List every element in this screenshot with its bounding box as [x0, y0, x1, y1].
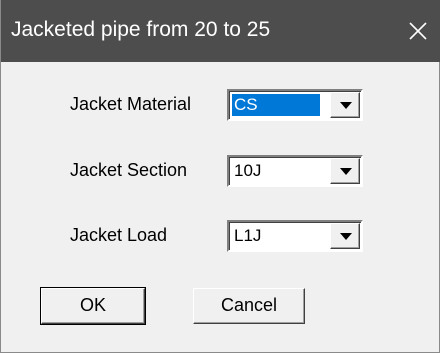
cancel-button[interactable]: Cancel — [193, 288, 305, 324]
jacket-load-value: L1J — [234, 226, 262, 245]
close-icon — [409, 22, 427, 40]
chevron-down-icon — [340, 233, 352, 240]
jacket-material-value: CS — [232, 94, 320, 116]
dialog-window: Jacketed pipe from 20 to 25 Jacket Mater… — [0, 0, 440, 353]
title-bar[interactable]: Jacketed pipe from 20 to 25 — [1, 0, 440, 62]
jacket-load-select[interactable]: L1J — [227, 220, 363, 252]
jacket-load-dropdown-button[interactable] — [330, 223, 360, 249]
jacket-material-select[interactable]: CS — [227, 89, 363, 121]
jacket-section-label: Jacket Section — [70, 160, 188, 180]
jacket-load-label: Jacket Load — [70, 225, 168, 245]
jacket-section-value: 10J — [234, 161, 262, 180]
chevron-down-icon — [340, 102, 352, 109]
jacket-section-dropdown-button[interactable] — [330, 158, 360, 184]
jacket-material-dropdown-button[interactable] — [330, 92, 360, 118]
window-title: Jacketed pipe from 20 to 25 — [11, 18, 271, 41]
jacket-material-label: Jacket Material — [70, 94, 192, 114]
chevron-down-icon — [340, 168, 352, 175]
close-button[interactable] — [395, 0, 440, 62]
jacket-section-select[interactable]: 10J — [227, 155, 363, 187]
ok-button[interactable]: OK — [40, 287, 146, 325]
